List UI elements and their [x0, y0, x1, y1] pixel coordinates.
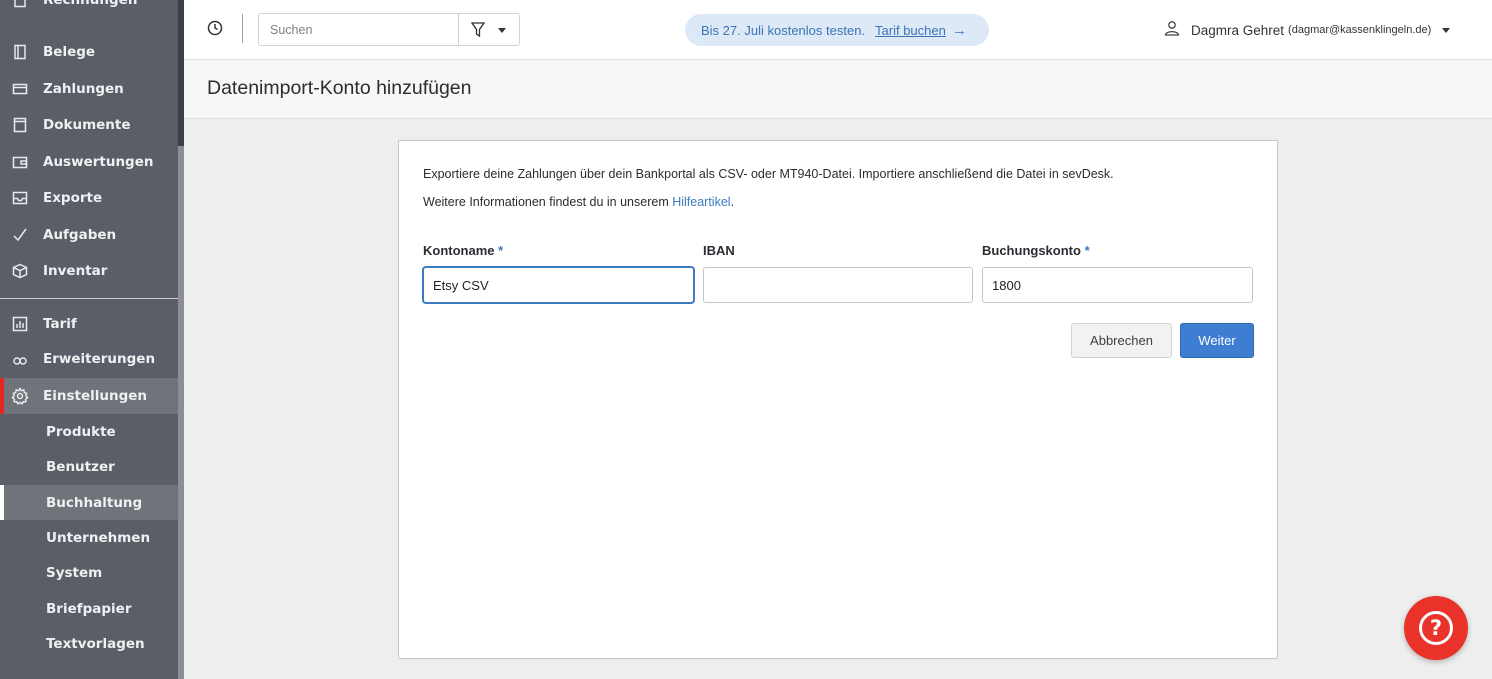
bar-chart-icon	[11, 315, 29, 333]
sidebar-item-einstellungen[interactable]: Einstellungen	[0, 378, 178, 414]
sidebar-item-label: Inventar	[43, 263, 108, 279]
receipt-icon	[11, 43, 29, 61]
sidebar-item-label: Belege	[43, 44, 96, 60]
search-input[interactable]	[258, 13, 459, 46]
sidebar-item-label: Rechnungen	[43, 0, 138, 8]
subnav-item-briefpapier[interactable]: Briefpapier	[0, 591, 178, 626]
sidebar-item-label: Einstellungen	[43, 388, 148, 404]
subnav-item-textvorlagen[interactable]: Textvorlagen	[0, 626, 178, 661]
user-menu[interactable]: Dagmra Gehret (dagmar@kassenklingeln.de)	[1164, 20, 1451, 40]
arrow-right-icon[interactable]: →	[952, 22, 967, 39]
cancel-button[interactable]: Abbrechen	[1071, 323, 1172, 358]
user-name: Dagmra Gehret	[1191, 22, 1285, 38]
sidebar-item-label: Zahlungen	[43, 81, 124, 97]
info-prefix: Weitere Informationen findest du in unse…	[423, 195, 673, 209]
subnav-item-label: System	[46, 564, 103, 581]
document-icon	[11, 116, 29, 134]
subnav-item-label: Briefpapier	[46, 600, 132, 617]
toolbar-divider	[242, 14, 243, 43]
user-icon	[1164, 20, 1180, 40]
sidebar-item-label: Dokumente	[43, 117, 131, 133]
sidebar-item-zahlungen[interactable]: Zahlungen	[0, 71, 178, 107]
chevron-down-icon	[498, 28, 506, 33]
intro-text: Exportiere deine Zahlungen über dein Ban…	[423, 167, 1114, 181]
sidebar-item-label: Erweiterungen	[43, 351, 156, 367]
kontoname-label-text: Kontoname	[423, 243, 495, 258]
sidebar-item-label: Tarif	[43, 316, 77, 332]
subnav-item-system[interactable]: System	[0, 555, 178, 590]
required-asterisk: *	[498, 243, 504, 258]
sidebar-divider	[0, 298, 178, 299]
kontoname-label: Kontoname *	[423, 243, 503, 258]
sidebar: Rechnungen Belege Zahlungen Dokumente Au…	[0, 0, 178, 679]
sidebar-item-auswertungen[interactable]: Auswertungen	[0, 144, 178, 180]
question-mark-icon: ?	[1419, 611, 1453, 645]
top-bar: Bis 27. Juli kostenlos testen. Tarif buc…	[184, 0, 1492, 60]
subnav-item-unternehmen[interactable]: Unternehmen	[0, 520, 178, 555]
subnav-item-benutzer[interactable]: Benutzer	[0, 449, 178, 484]
checkmark-icon	[11, 226, 29, 244]
sidebar-item-erweiterungen[interactable]: Erweiterungen	[0, 341, 178, 377]
sidebar-item-inventar[interactable]: Inventar	[0, 253, 178, 289]
user-email: (dagmar@kassenklingeln.de)	[1288, 24, 1432, 36]
trial-text: Bis 27. Juli kostenlos testen.	[701, 22, 866, 38]
buchungskonto-field[interactable]	[982, 267, 1253, 303]
buchungskonto-label-text: Buchungskonto	[982, 243, 1081, 258]
subnav-item-label: Textvorlagen	[46, 635, 145, 652]
trial-banner: Bis 27. Juli kostenlos testen. Tarif buc…	[685, 14, 989, 46]
iban-label-text: IBAN	[703, 243, 735, 258]
sidebar-item-label: Aufgaben	[43, 227, 117, 243]
next-button[interactable]: Weiter	[1180, 323, 1254, 358]
required-asterisk: *	[1084, 243, 1090, 258]
invoice-icon	[11, 0, 29, 9]
import-account-form: Exportiere deine Zahlungen über dein Ban…	[398, 140, 1278, 659]
info-text: Weitere Informationen findest du in unse…	[423, 195, 734, 209]
book-plan-link[interactable]: Tarif buchen	[875, 23, 946, 38]
help-button[interactable]: ?	[1404, 596, 1468, 660]
sidebar-item-exporte[interactable]: Exporte	[0, 180, 178, 216]
sidebar-item-rechnungen[interactable]: Rechnungen	[0, 0, 178, 18]
sidebar-item-label: Exporte	[43, 190, 103, 206]
credit-card-icon	[11, 80, 29, 98]
gear-icon	[11, 387, 29, 405]
sidebar-item-aufgaben[interactable]: Aufgaben	[0, 217, 178, 253]
buchungskonto-label: Buchungskonto *	[982, 243, 1090, 258]
subnav-item-produkte[interactable]: Produkte	[0, 414, 178, 449]
iban-field[interactable]	[703, 267, 973, 303]
page-header: Datenimport-Konto hinzufügen	[184, 60, 1492, 119]
chevron-down-icon	[1442, 27, 1451, 33]
page-title: Datenimport-Konto hinzufügen	[207, 77, 472, 99]
box-icon	[11, 262, 29, 280]
subnav-item-label: Buchhaltung	[46, 494, 143, 511]
subnav-item-label: Produkte	[46, 423, 116, 440]
filter-dropdown-button[interactable]	[458, 13, 520, 46]
help-article-link[interactable]: Hilfeartikel	[672, 195, 730, 209]
wallet-icon	[11, 153, 29, 171]
subnav-item-label: Benutzer	[46, 458, 115, 475]
iban-label: IBAN	[703, 243, 735, 258]
plugin-icon	[11, 350, 29, 368]
sidebar-item-belege[interactable]: Belege	[0, 34, 178, 70]
history-clock-icon[interactable]	[206, 19, 224, 37]
subnav-item-label: Unternehmen	[46, 529, 151, 546]
export-tray-icon	[11, 189, 29, 207]
sidebar-item-label: Auswertungen	[43, 154, 154, 170]
sidebar-item-tarif[interactable]: Tarif	[0, 306, 178, 342]
subnav-item-buchhaltung[interactable]: Buchhaltung	[0, 485, 178, 520]
info-suffix: .	[730, 195, 735, 209]
sidebar-item-dokumente[interactable]: Dokumente	[0, 107, 178, 143]
kontoname-field[interactable]	[423, 267, 694, 303]
filter-funnel-icon	[470, 22, 486, 42]
